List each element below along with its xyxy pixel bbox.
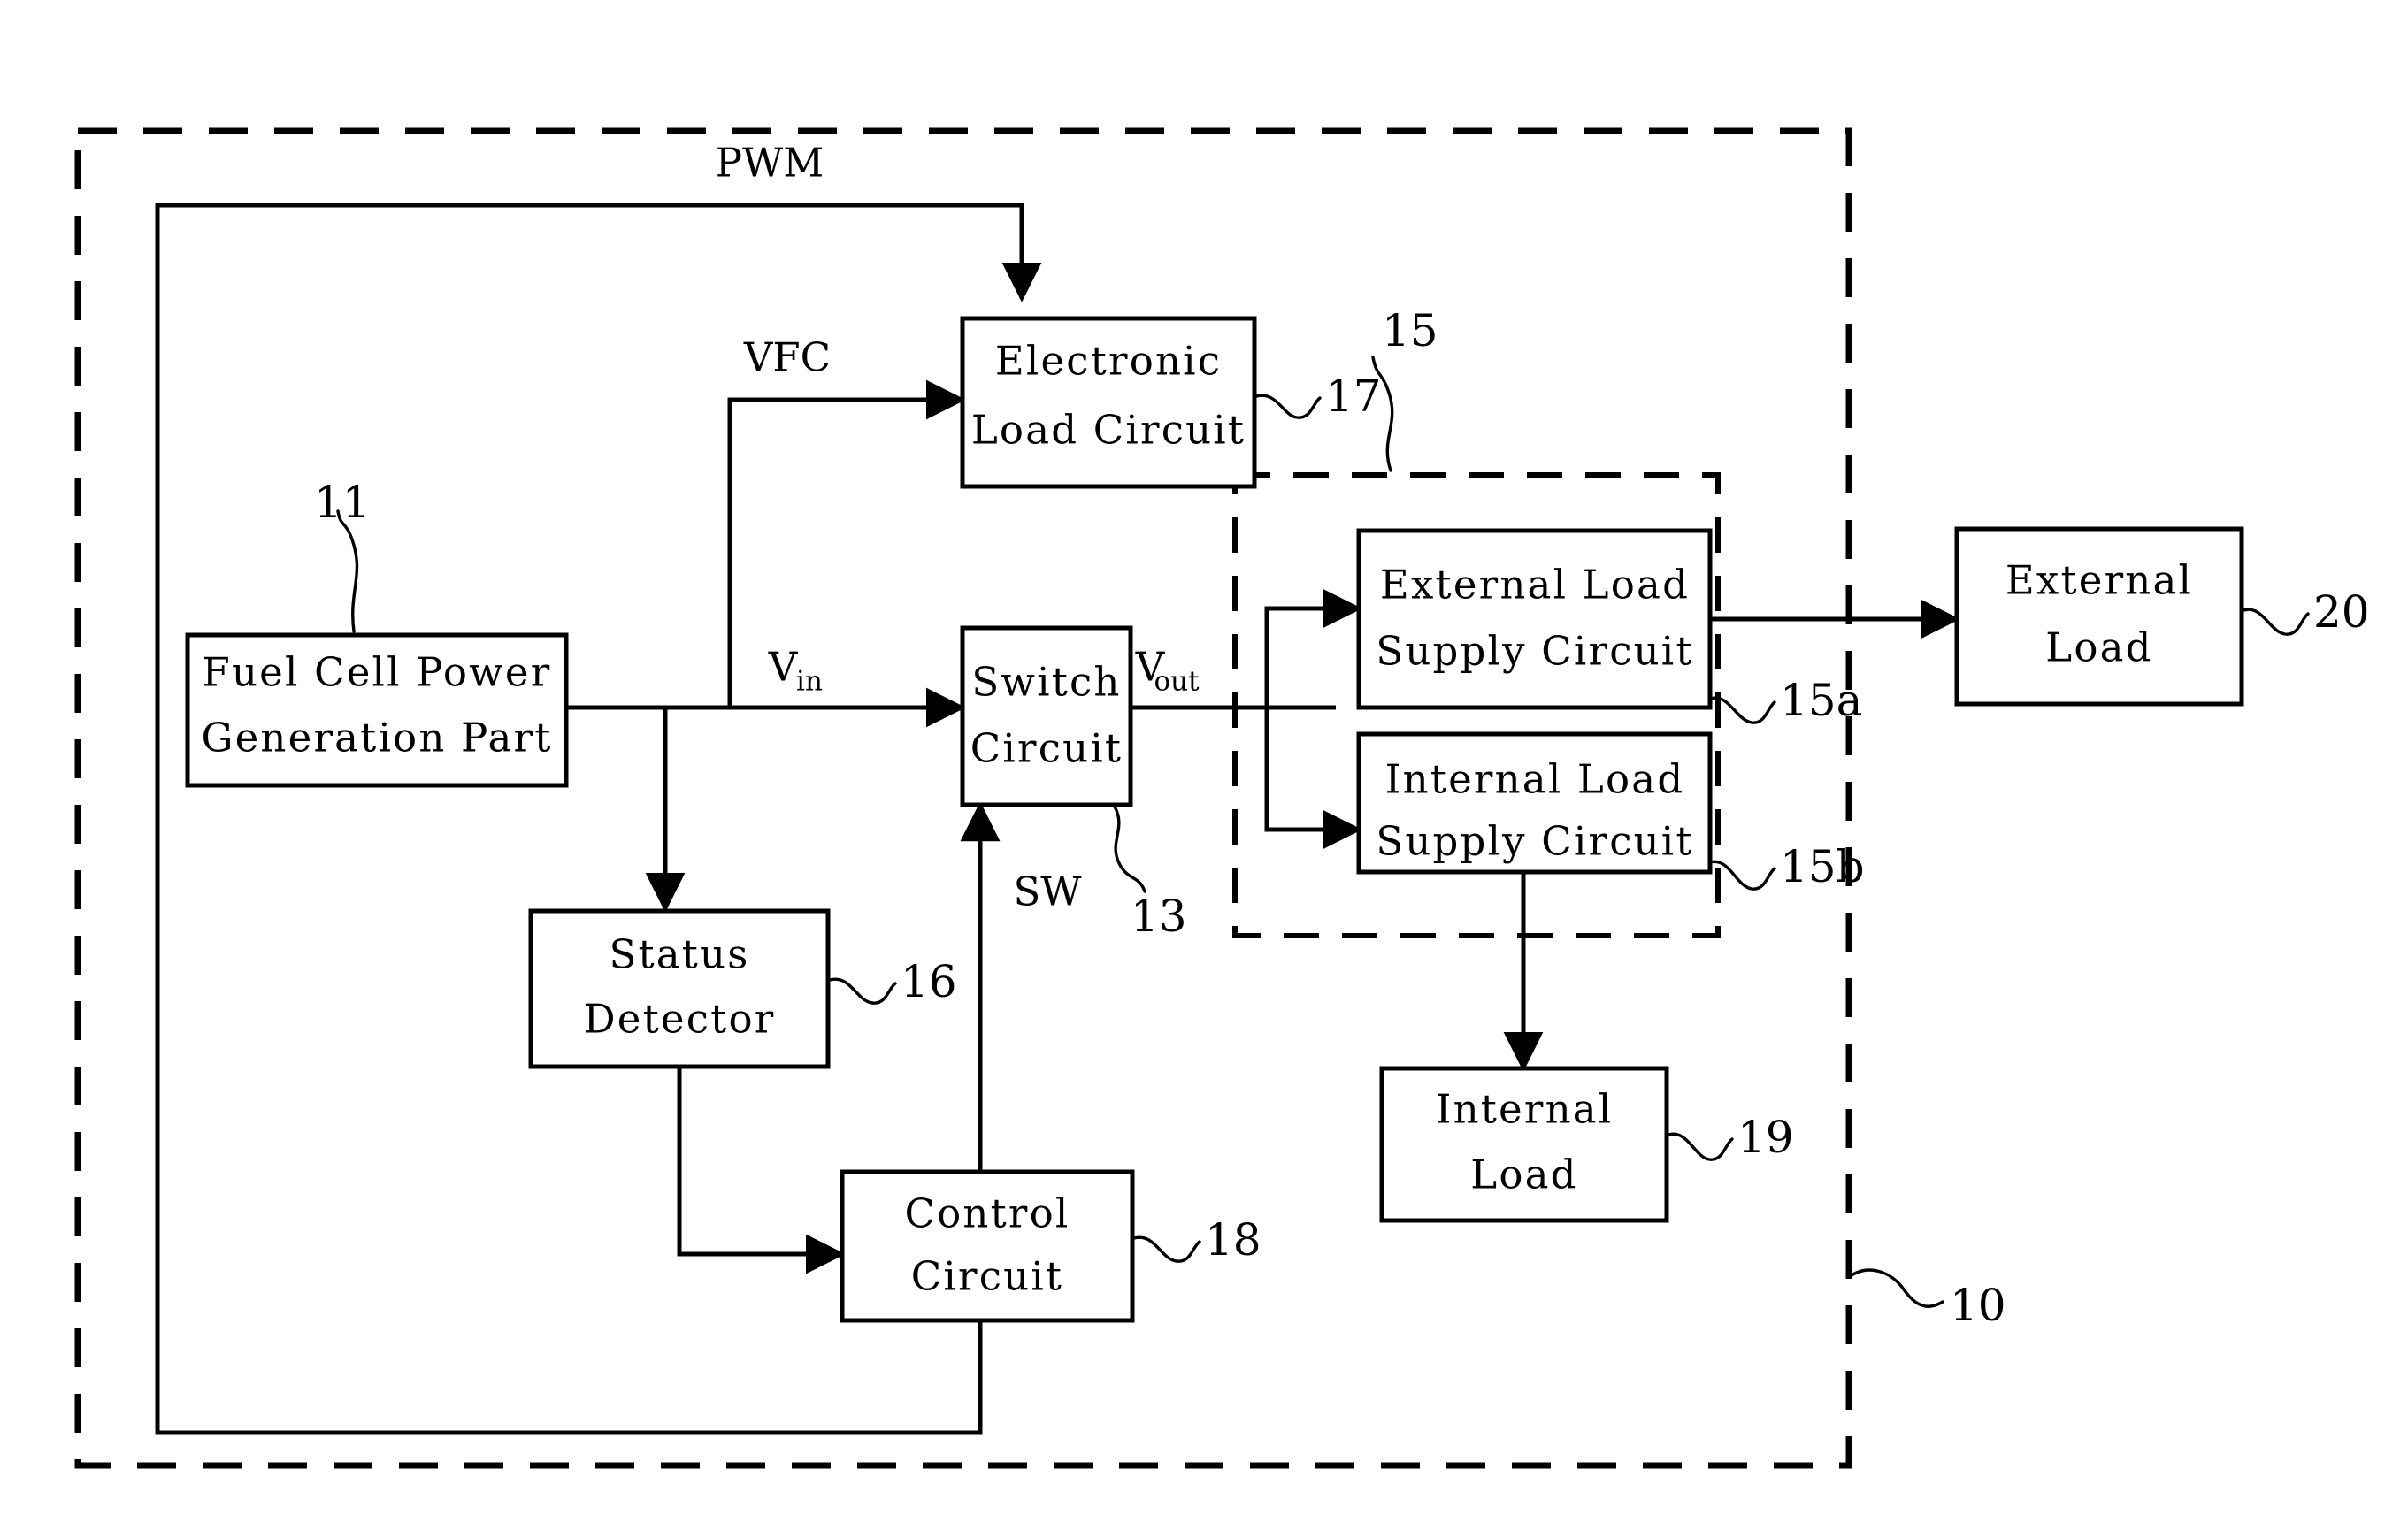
ref-label-19: 19: [1737, 1112, 1794, 1163]
external-load-supply-label-line2: Supply Circuit: [1376, 628, 1693, 675]
status-detector-label-line2: Detector: [584, 996, 776, 1043]
leader-ref-16: [828, 977, 897, 1005]
block-electronic-load-circuit[interactable]: Electronic Load Circuit 17: [960, 316, 1382, 489]
ref-label-15b: 15b: [1780, 841, 1865, 892]
signal-label-pwm: PWM: [716, 140, 824, 187]
ref-label-18: 18: [1205, 1214, 1262, 1266]
fuel-cell-label-line2: Generation Part: [201, 715, 552, 761]
figure-canvas: Fuel Cell Power Generation Part 11 Elect…: [0, 0, 2408, 1530]
status-detector-label-line1: Status: [609, 931, 749, 978]
external-load-supply-box[interactable]: [1356, 528, 1713, 710]
signal-label-vout-subscript: out: [1154, 666, 1200, 698]
control-circuit-label-line1: Control: [905, 1190, 1070, 1237]
outer-10-reference: 10: [1847, 1268, 2006, 1331]
signal-label-vin-base: V: [768, 644, 799, 691]
block-internal-load-supply-circuit[interactable]: Internal Load Supply Circuit 15b: [1356, 731, 1865, 892]
switch-circuit-label-line2: Circuit: [970, 725, 1123, 772]
block-external-load-supply-circuit[interactable]: External Load Supply Circuit 15a: [1356, 528, 1862, 726]
switch-circuit-label-line1: Switch: [971, 659, 1121, 706]
leader-ref-13: [1113, 805, 1146, 893]
block-diagram-svg: Fuel Cell Power Generation Part 11 Elect…: [74, 127, 2370, 1469]
external-load-box[interactable]: [1954, 526, 2244, 707]
external-load-label-line2: Load: [2045, 624, 2152, 671]
group-15-reference: 15: [1371, 305, 1438, 472]
internal-load-supply-label-line1: Internal Load: [1385, 756, 1685, 803]
block-status-detector[interactable]: Status Detector 16: [528, 908, 957, 1069]
wire-vout-to-internal-supply: [1264, 708, 1362, 850]
ref-label-11: 11: [314, 477, 371, 528]
ref-label-13: 13: [1131, 891, 1187, 942]
block-external-load[interactable]: External Load 20: [1954, 526, 2370, 707]
signal-label-vin: V in: [768, 644, 823, 698]
ref-label-15: 15: [1382, 305, 1438, 356]
leader-ref-10: [1847, 1268, 1944, 1308]
signal-label-vfc: VFC: [743, 334, 831, 381]
ref-label-10: 10: [1950, 1280, 2006, 1331]
electronic-load-label-line2: Load Circuit: [971, 407, 1246, 454]
leader-ref-11: [336, 509, 359, 633]
ref-label-17: 17: [1325, 371, 1382, 422]
internal-load-supply-label-line2: Supply Circuit: [1376, 818, 1693, 865]
ref-label-15a: 15a: [1780, 675, 1862, 726]
block-internal-load[interactable]: Internal Load 19: [1379, 1066, 1794, 1223]
external-load-label-line1: External: [2005, 557, 2193, 604]
signal-label-vin-subscript: in: [796, 666, 823, 698]
signal-label-sw: SW: [1013, 868, 1082, 915]
control-circuit-label-line2: Circuit: [911, 1253, 1063, 1300]
signal-label-vout: V out: [1135, 644, 1200, 698]
leader-ref-17: [1254, 394, 1322, 419]
ref-label-16: 16: [901, 956, 957, 1007]
electronic-load-label-line1: Electronic: [995, 338, 1222, 385]
block-control-circuit[interactable]: Control Circuit 18: [840, 1169, 1262, 1323]
wire-status-detector-to-control: [677, 1067, 846, 1274]
ref-label-20: 20: [2313, 586, 2370, 638]
wire-vout-to-external-supply: [1264, 588, 1362, 708]
switch-circuit-box[interactable]: [960, 625, 1133, 807]
internal-load-label-line2: Load: [1470, 1151, 1577, 1198]
external-load-supply-label-line1: External Load: [1380, 562, 1690, 608]
block-fuel-cell-power-generation-part[interactable]: Fuel Cell Power Generation Part 11: [185, 477, 569, 788]
leader-ref-18: [1132, 1235, 1201, 1263]
leader-ref-20: [2242, 608, 2310, 636]
internal-load-label-line1: Internal: [1436, 1086, 1614, 1133]
wire-vfc-branch: [727, 379, 966, 708]
leader-ref-19: [1667, 1132, 1734, 1161]
fuel-cell-label-line1: Fuel Cell Power: [203, 649, 552, 696]
